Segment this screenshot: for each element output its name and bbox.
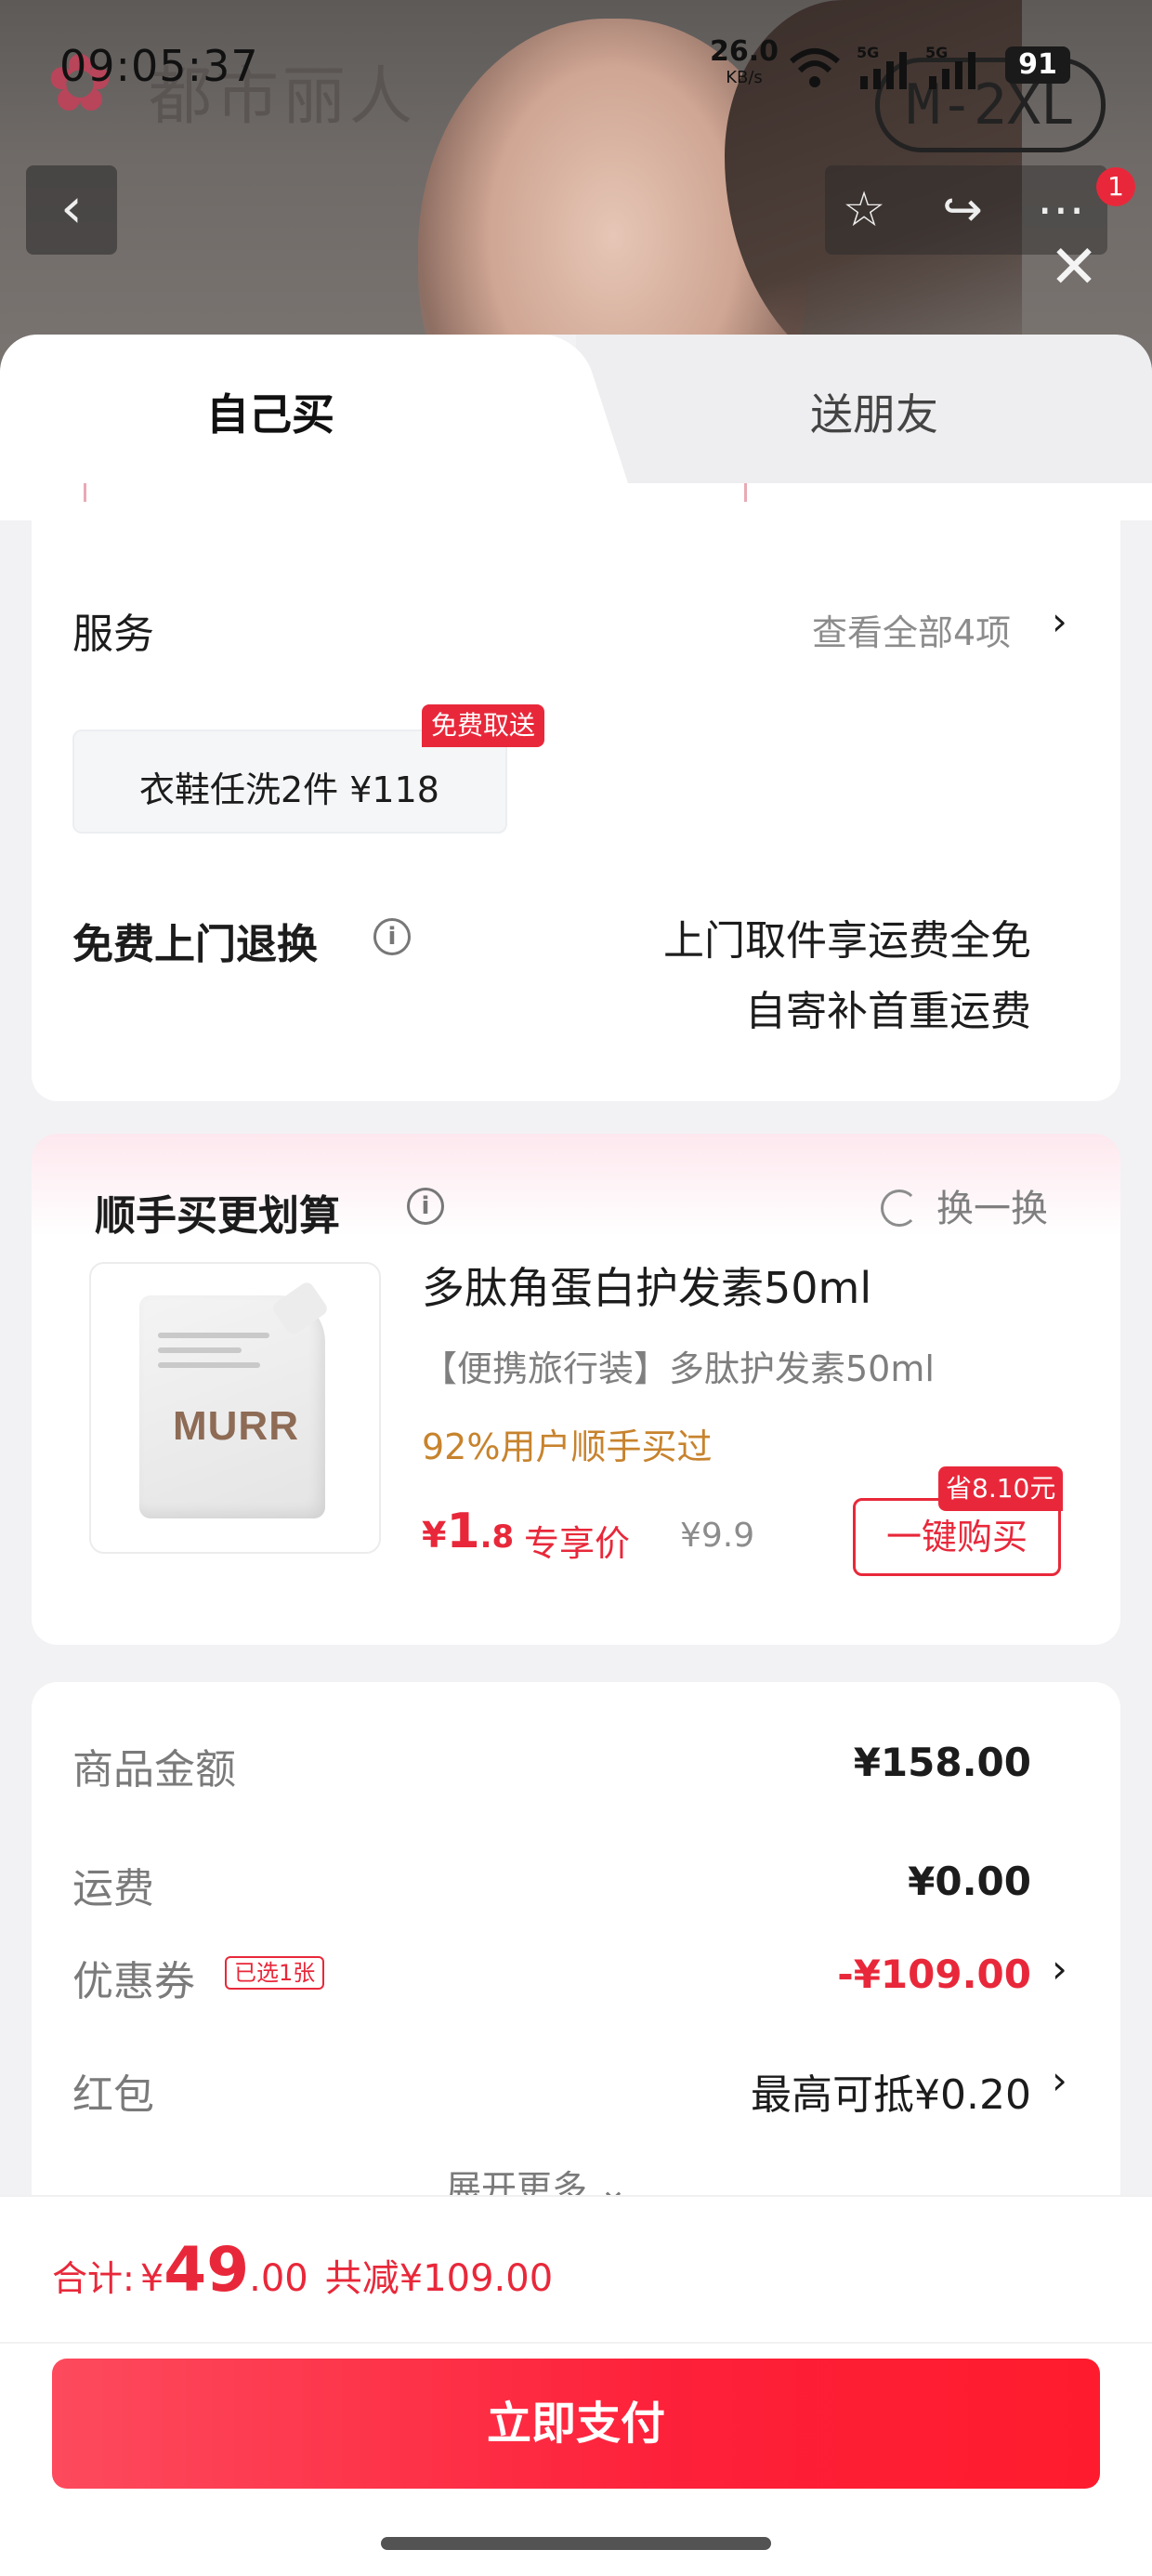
close-sheet-button[interactable]: ✕ [1046,238,1102,297]
network-speed: 26.0 KB/s [710,38,779,91]
product-image[interactable]: MURR [89,1262,381,1554]
addon-price-currency: ¥ [422,1515,447,1556]
cell-signal-2-icon: 5G [925,44,975,89]
subtotal-value: ¥158.00 [853,1740,1031,1785]
red-packet-chevron-right-icon[interactable]: › [1052,2057,1067,2103]
coupon-label: 优惠券 [72,1958,195,2005]
coupon-selected-badge: 已选1张 [225,1956,325,1990]
star-icon: ☆ [842,182,886,238]
free-return-line-2: 自寄补首重运费 [745,988,1031,1035]
total-saved: 共减¥109.00 [324,2257,554,2300]
network-speed-value: 26.0 [710,35,779,68]
total-int: 49 [164,2234,250,2306]
shipping-value: ¥0.00 [908,1859,1031,1904]
addon-price-int: 1 [446,1504,480,1559]
pouch-text-line [158,1333,269,1338]
product-brand-logo: MURR [173,1403,299,1449]
wifi-icon [790,48,840,87]
pouch-text-line [158,1362,260,1368]
more-icon: ⋯ [1037,182,1085,238]
red-packet-value[interactable]: 最高可抵¥0.20 [751,2061,1031,2121]
status-bar: 09:05:37 26.0 KB/s 5G 5G 91 [0,37,1152,102]
swap-label: 换一换 [936,1188,1048,1230]
red-packet-label: 红包 [72,2071,154,2119]
bar-divider [0,2342,1152,2344]
cell-signal-1-icon: 5G [857,44,907,89]
addon-product-name[interactable]: 多肽角蛋白护发素50ml [422,1255,871,1316]
battery-icon: 91 [1005,46,1070,84]
close-icon: ✕ [1049,233,1099,302]
services-card: 服务 查看全部4项 › 衣鞋任洗2件 ¥118 免费取送 免费上门退换 i 上门… [32,502,1120,1101]
savings-badge: 省8.10元 [938,1466,1064,1511]
refresh-icon [881,1189,918,1227]
back-icon: ‹ [60,176,83,241]
subtotal-label: 商品金额 [72,1746,236,1794]
tab-self-buy[interactable]: 自己买 [206,381,334,442]
coupon-chevron-right-icon[interactable]: › [1052,1946,1067,1991]
order-total: 合计: ¥49.00 共减¥109.00 [52,2234,553,2306]
pouch-text-line [158,1347,242,1353]
chevron-right-icon: › [1052,598,1067,644]
pay-now-button[interactable]: 立即支付 [52,2359,1100,2489]
total-label: 合计: [52,2258,135,2299]
free-return-line-1: 上门取件享运费全免 [663,917,1031,965]
free-pickup-badge: 免费取送 [422,704,545,747]
network-speed-unit: KB/s [726,68,763,87]
view-all-services-link[interactable]: 查看全部4项 [812,604,1011,655]
addon-original-price: ¥9.9 [680,1517,755,1555]
sig1-label: 5G [857,44,879,61]
addon-price-dec: .8 [479,1518,515,1556]
sig2-label: 5G [925,44,948,61]
exclusive-price-label: 专享价 [524,1523,631,1564]
share-button[interactable]: ↪ [935,184,990,236]
services-title: 服务 [72,611,154,658]
addon-price: ¥1.8 [422,1504,514,1559]
coupon-value[interactable]: -¥109.00 [837,1952,1031,1997]
addon-info-icon[interactable]: i [407,1188,444,1225]
tab-gift-friend[interactable]: 送朋友 [810,381,938,442]
more-button[interactable]: ⋯ [1033,184,1089,236]
total-currency: ¥ [139,2257,164,2300]
addon-offer-card: 顺手买更划算 i 换一换 MURR 多肽角蛋白护发素50ml 【便携旅行装】多肽… [32,1134,1120,1645]
total-dec: .00 [249,2257,308,2300]
swap-button[interactable]: 换一换 [881,1178,1048,1232]
back-button[interactable]: ‹ [26,165,117,255]
addon-purchase-stat: 92%用户顺手买过 [422,1426,713,1467]
shipping-label: 运费 [72,1865,154,1912]
info-icon[interactable]: i [373,918,411,955]
free-return-title: 免费上门退换 [72,921,318,968]
checkout-bar: 合计: ¥49.00 共减¥109.00 立即支付 [0,2195,1152,2576]
notification-count-badge: 1 [1096,167,1135,206]
share-icon: ↪ [942,182,983,238]
status-time: 09:05:37 [59,41,259,91]
addon-product-subtitle: 【便携旅行装】多肽护发素50ml [422,1348,935,1389]
purchase-tabs: 自己买 送朋友 [0,335,1152,483]
addon-title: 顺手买更划算 [95,1192,340,1240]
home-indicator[interactable] [381,2537,771,2550]
service-option-label: 衣鞋任洗2件 ¥118 [139,769,439,810]
favorite-button[interactable]: ☆ [836,184,892,236]
